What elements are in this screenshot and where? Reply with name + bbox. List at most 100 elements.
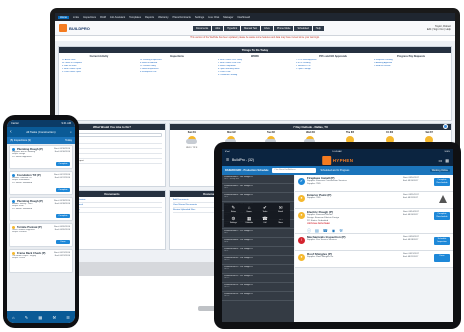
sidebar-job-item[interactable]: 130000000001 - 100 Village Dr Lot 1 - Rea…: [222, 175, 294, 184]
task-row[interactable]: ● Exterior Paint (P) Supplier: TBD Start: 0…: [295, 192, 453, 209]
task-row-action-button[interactable]: Complete Reschedule: [434, 212, 450, 220]
nav-item[interactable]: Live Chat: [208, 16, 219, 19]
calendar-icon[interactable]: ▦: [38, 315, 42, 320]
home-icon[interactable]: ⌂: [12, 315, 14, 320]
header-tab[interactable]: Help: [312, 25, 324, 31]
weather-day-name: Sat 8/7: [425, 132, 433, 134]
nav-item[interactable]: Warranty: [158, 16, 168, 19]
nav-item[interactable]: Links: [73, 16, 79, 19]
task-card-button[interactable]: Complete: [56, 161, 70, 166]
phone-task-list: Plumbing Rough (P) Supplier: Black Plumbi…: [7, 144, 75, 276]
top-nav: Home Links Inspections RAM Job Assistant Temp…: [55, 13, 455, 21]
task-card-button[interactable]: Complete: [56, 187, 70, 192]
sidebar-job-item[interactable]: 130000000013 - 124 Village Dr Lot 13: [222, 283, 294, 292]
task-row-action-button[interactable]: Done: [434, 254, 450, 262]
nav-item[interactable]: Reports: [145, 16, 154, 19]
nav-item[interactable]: Inspections: [83, 16, 96, 19]
popup-action[interactable]: ✎ Notes: [226, 205, 241, 215]
popup-action[interactable]: … More: [273, 216, 288, 226]
todo-column-list: 14 Pending Inspections 6 Need Scheduled 11…: [140, 59, 214, 74]
task-card[interactable]: Plumbing Rough (P) Builder: Stacey - 1043…: [9, 197, 73, 221]
nav-item[interactable]: Settings: [195, 16, 204, 19]
nav-item[interactable]: Manager: [223, 16, 233, 19]
back-chevron-icon[interactable]: ‹: [10, 129, 12, 135]
online-toggle[interactable]: Working Online: [429, 169, 450, 172]
wrench-icon[interactable]: ⚒: [52, 315, 56, 320]
header-tab[interactable]: Inbox: [261, 25, 273, 31]
sidebar-job-item[interactable]: 130000000010 - 118 Village Dr Lot 10: [222, 256, 294, 265]
popup-action[interactable]: ⌂ Home: [242, 205, 257, 215]
task-row-dates: Start: 08/10/2017 End: 08/10/2017: [403, 177, 419, 183]
task-card-date: End: 06/17/2016: [54, 176, 70, 179]
warning-triangle-icon[interactable]: [439, 195, 447, 203]
header-tab[interactable]: Jobs: [212, 25, 224, 31]
todo-column: Progress Pay Requests 4 Requests Pending 2…: [374, 55, 448, 76]
more-icon[interactable]: ☰: [66, 315, 70, 320]
task-card-button[interactable]: Done: [56, 239, 70, 244]
task-card-dates: Start: 06/20/2016 End: 06/20/2016: [54, 226, 70, 232]
header-tab[interactable]: Hyperlink: [224, 25, 241, 31]
task-card[interactable]: Plumbing Rough (P) Supplier: Black Plumbi…: [9, 145, 73, 169]
sidebar-job-lot: Lot 12: [224, 277, 230, 279]
sidebar-job-item[interactable]: 130000000003 - 104 Village Dr Lot 3: [222, 193, 294, 202]
header-tab[interactable]: Scheduled: [294, 25, 312, 31]
globe-icon[interactable]: [443, 124, 448, 129]
task-card-dates: Start: 06/18/2016 End: 06/18/2016: [54, 200, 70, 206]
search-icon[interactable]: ⌕: [70, 130, 72, 134]
header-tab[interactable]: Documents: [193, 25, 212, 31]
task-row[interactable]: ● Roof Shingles (P) Supplier: Roof Shingle…: [295, 251, 453, 268]
nav-item[interactable]: Home: [58, 15, 69, 19]
menu-icon[interactable]: ☰: [226, 158, 229, 162]
nav-item[interactable]: Dashboard: [237, 16, 250, 19]
task-row-action-button[interactable]: Complete Reschedule: [434, 178, 450, 186]
task-card-date: End: 06/16/2016: [54, 150, 70, 153]
task-row[interactable]: ! Mechanicals Inspection (P) Supplier: Fir…: [295, 234, 453, 251]
popup-action[interactable]: ☎ Call: [258, 216, 273, 226]
task-row[interactable]: ✔ Fireplace Install (P) Supplier: Emerson …: [295, 175, 453, 192]
sidebar-job-item[interactable]: 130000000011 - 120 Village Dr Lot 11: [222, 265, 294, 274]
weather-day-name: Wed 8/4: [306, 132, 315, 134]
phone-date-filter[interactable]: Today: [65, 139, 72, 142]
weather-day-name: Sun 8/1: [187, 132, 196, 134]
nav-item[interactable]: Plans/Contracts: [173, 16, 191, 19]
update-alert: This version of the WebSite has been upd…: [55, 36, 455, 41]
task-card[interactable]: Termite Pretreat (P) Orkin Location Suppl…: [9, 223, 73, 247]
nav-item[interactable]: RAM: [100, 16, 106, 19]
todo-column: Inspections 14 Pending Inspections 6 Need …: [140, 55, 214, 76]
popup-action[interactable]: ✉ Email: [273, 205, 288, 215]
todo-link[interactable]: 4 Closeouts Pending: [218, 74, 292, 77]
popup-action[interactable]: ⚙ Settings: [226, 216, 241, 226]
dashboard-label[interactable]: DASHBOARD - Production Schedule: [225, 169, 268, 172]
sidebar-job-item[interactable]: 130000000002 - 102 Village Dr Lot 2: [222, 184, 294, 193]
tablet-search-input[interactable]: Plan Name/Lot/Address: [272, 168, 317, 173]
nav-item[interactable]: Templates: [129, 16, 141, 19]
popup-action[interactable]: ▦ Calendar: [242, 216, 257, 226]
sidebar-job-item[interactable]: 130000000014 - 126 Village Dr Lot 14: [222, 292, 294, 301]
task-card-button[interactable]: Complete: [56, 213, 70, 218]
app-logo[interactable]: BUILDPRO: [59, 24, 90, 32]
chat-icon[interactable]: ▭: [438, 158, 442, 163]
popup-action[interactable]: ✔ Tasks: [258, 205, 273, 215]
sidebar-job-item[interactable]: 130000000007 - 112 Village Dr Lot 7: [222, 229, 294, 238]
scope-selector[interactable]: Scheduled and In Progress: [320, 169, 349, 172]
phone-filter[interactable]: (5) Inspections (3): [10, 139, 31, 142]
sidebar-job-item[interactable]: 130000000009 - 116 Village Dr Lot 9: [222, 247, 294, 256]
sidebar-job-item[interactable]: 130000000012 - 122 Village Dr Lot 12: [222, 274, 294, 283]
todo-link[interactable]: 3 Punch Items Open: [62, 71, 136, 74]
grid-icon[interactable]: ▦: [445, 158, 449, 163]
header-tab[interactable]: Phone Mode: [273, 25, 294, 31]
task-row-date: End: 08/11/2017: [403, 197, 419, 199]
todo-link[interactable]: 1 Held for Review: [374, 65, 448, 68]
task-row-action-button[interactable]: Schedule Inspection: [434, 237, 450, 245]
todo-link[interactable]: 1 Open Change: [296, 68, 370, 71]
sidebar-job-item[interactable]: 130000000008 - 114 Village Dr Lot 8: [222, 238, 294, 247]
task-card[interactable]: Frame Rack Check (P) The Home Depot - Sup…: [9, 249, 73, 273]
phone-carrier: Carrier: [11, 122, 19, 125]
todo-link[interactable]: 4 Reinspects Due: [140, 71, 214, 74]
pencil-icon[interactable]: ✎: [25, 315, 28, 320]
task-card[interactable]: Foundation T/F (P) Vendor: Concrete Co. Sc…: [9, 171, 73, 195]
header-tab[interactable]: Manual Test: [241, 25, 261, 31]
nav-item[interactable]: Job Assistant: [110, 16, 125, 19]
task-row[interactable]: ● Electric Rough (P) Supplier: Emerson Ele…: [295, 209, 453, 234]
user-links[interactable]: Edit | Sign Out | Help: [427, 28, 451, 31]
